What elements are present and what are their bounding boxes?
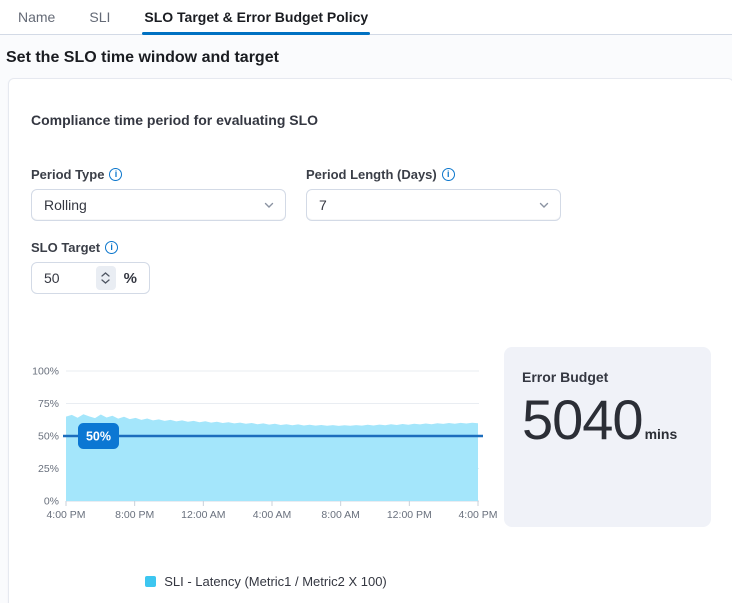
sli-preview-chart: 0% 25% 50% 75% 100% 50% 4:00 PM 8:00 PM 12:00 AM… [31,361,501,589]
error-budget-title: Error Budget [522,369,693,385]
period-type-label: Period Type [31,167,104,182]
legend-label: SLI - Latency (Metric1 / Metric2 X 100) [164,574,387,589]
quantity-stepper[interactable] [96,266,116,290]
error-budget-card: Error Budget 5040 mins [504,347,711,527]
legend-swatch [145,576,156,587]
period-type-value: Rolling [44,197,263,213]
slo-target-input[interactable]: 50 % [31,262,150,294]
svg-text:4:00 PM: 4:00 PM [46,509,85,521]
svg-text:50%: 50% [38,431,59,443]
svg-text:100%: 100% [32,366,59,378]
slo-target-value: 50 [32,270,96,286]
svg-text:4:00 PM: 4:00 PM [458,509,497,521]
period-length-value: 7 [319,197,538,213]
chevron-up-icon [101,272,110,277]
info-icon[interactable]: i [105,241,118,254]
tab-name[interactable]: Name [16,0,57,34]
chevron-down-icon [538,199,550,211]
error-budget-unit: mins [645,426,678,442]
percent-unit: % [124,270,137,287]
svg-text:50%: 50% [86,430,111,444]
svg-text:8:00 AM: 8:00 AM [321,509,360,521]
svg-text:12:00 PM: 12:00 PM [387,509,432,521]
chevron-down-icon [101,279,110,284]
svg-text:0%: 0% [44,496,59,508]
tab-slo-target-error-budget-policy[interactable]: SLO Target & Error Budget Policy [142,0,370,34]
chevron-down-icon [263,199,275,211]
svg-text:4:00 AM: 4:00 AM [253,509,292,521]
section-title: Compliance time period for evaluating SL… [31,112,711,128]
svg-text:12:00 AM: 12:00 AM [181,509,225,521]
info-icon[interactable]: i [109,168,122,181]
error-budget-value: 5040 [522,387,643,452]
period-length-field: Period Length (Days) i 7 [306,167,561,221]
slo-settings-card: Compliance time period for evaluating SL… [8,78,732,603]
svg-text:25%: 25% [38,463,59,475]
svg-text:8:00 PM: 8:00 PM [115,509,154,521]
tab-bar: Name SLI SLO Target & Error Budget Polic… [0,0,732,35]
page-title: Set the SLO time window and target [6,49,732,67]
period-type-field: Period Type i Rolling [31,167,286,221]
period-length-label: Period Length (Days) [306,167,437,182]
legend-item-sli-latency[interactable]: SLI - Latency (Metric1 / Metric2 X 100) [31,574,501,589]
info-icon[interactable]: i [442,168,455,181]
slo-target-label: SLO Target [31,240,100,255]
period-type-select[interactable]: Rolling [31,189,286,221]
area-chart: 0% 25% 50% 75% 100% 50% 4:00 PM 8:00 PM 12:00 AM… [31,361,501,529]
page-body: Set the SLO time window and target Compl… [0,35,732,603]
tab-sli[interactable]: SLI [87,0,112,34]
svg-text:75%: 75% [38,398,59,410]
period-length-select[interactable]: 7 [306,189,561,221]
slo-target-field: SLO Target i 50 % [31,240,711,294]
